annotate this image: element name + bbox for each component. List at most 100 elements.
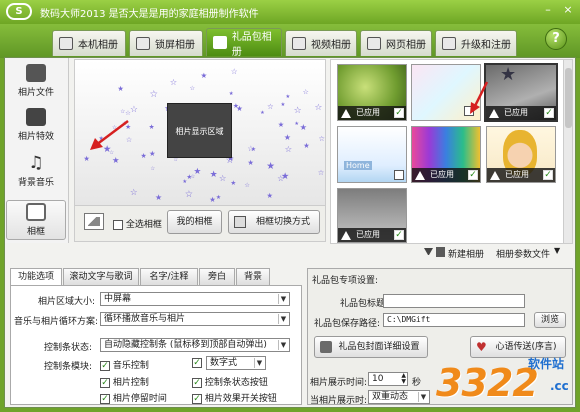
digital-option[interactable]: ✓ — [192, 358, 202, 369]
tab-label: 升级和注册 — [461, 40, 511, 51]
checkbox[interactable]: ✓ — [100, 377, 110, 388]
display-time-label: 相片展示时间: — [310, 378, 368, 388]
digital-select[interactable]: 数字式 ▼ — [206, 356, 266, 370]
nav-photo-files[interactable]: 相片文件 — [6, 62, 66, 102]
tab-web-album[interactable]: 网页相册 — [360, 30, 432, 56]
thumbnail-checkbox[interactable] — [394, 170, 404, 180]
tab-upgrade-register[interactable]: 升级和注册 — [435, 30, 517, 56]
select-all-frames[interactable]: 全选相框 — [113, 217, 162, 230]
scrollbar-thumb[interactable] — [565, 68, 572, 128]
subtab-background[interactable]: 背景 — [236, 268, 270, 285]
frame-icon — [26, 203, 46, 221]
nav-photo-effects[interactable]: 相片特效 — [6, 106, 66, 146]
music-control-option[interactable]: ✓ 音乐控制 — [100, 358, 149, 371]
photo-stay-time-option[interactable]: ✓ 相片停留时间 — [100, 391, 167, 404]
tab-label: 本机相册 — [78, 40, 118, 51]
star-icon: ☆ — [218, 173, 227, 184]
loop-value: 循环播放音乐与相片 — [104, 314, 186, 324]
display-time-value: 10 — [372, 374, 384, 384]
switch-icon — [234, 216, 246, 228]
thumbnail-scrollbar[interactable] — [563, 60, 572, 243]
red-arrow-annotation — [470, 81, 489, 114]
star-icon: ★ — [277, 119, 285, 129]
control-module-label: 控制条模块: — [44, 362, 93, 372]
save-path-input[interactable]: C:\DMGift — [383, 313, 525, 327]
frame-preview-icon[interactable] — [84, 213, 104, 230]
album-params-link[interactable]: 相册参数文件 — [496, 247, 550, 260]
star-icon: ☆ — [120, 108, 126, 115]
nav-background-music[interactable]: ♫ 背景音乐 — [6, 152, 66, 192]
star-icon: ☆ — [284, 143, 293, 154]
browse-button[interactable]: 浏览 — [534, 312, 566, 328]
current-display-select[interactable]: 双重动态 ▼ — [368, 390, 430, 404]
my-frames-button[interactable]: 我的相框 — [167, 210, 222, 234]
star-icon: ★ — [266, 161, 276, 173]
frame-thumbnail[interactable]: 已应用 ✓ — [337, 64, 407, 121]
switch-mode-label: 相框切换方式 — [255, 217, 310, 227]
control-status-select[interactable]: 自动隐藏控制条 (鼠标移到顶部自动弹出) ▼ — [100, 338, 290, 352]
checkbox[interactable]: ✓ — [192, 358, 202, 368]
music-note-icon: ♫ — [28, 153, 44, 173]
watermark-domain: .cc — [550, 379, 569, 393]
photo-display-area: 相片显示区域 — [167, 103, 232, 158]
loop-select[interactable]: 循环播放音乐与相片 ▼ — [100, 312, 290, 326]
select-all-checkbox[interactable] — [113, 219, 123, 230]
switch-mode-button[interactable]: 相框切换方式 — [228, 210, 320, 234]
control-status-value: 自动隐藏控制条 (鼠标移到顶部自动弹出) — [104, 340, 267, 350]
gift-icon — [320, 341, 332, 353]
app-logo: S — [6, 3, 32, 20]
help-button[interactable]: ? — [545, 28, 567, 50]
heart-icon: ♥ — [476, 340, 487, 354]
frame-thumbnail[interactable]: 已应用 ✓ — [411, 126, 481, 183]
subtab-scrolling-text[interactable]: 滚动文字与歌词 — [63, 268, 139, 285]
tab-gift-album[interactable]: 礼品包相册 — [206, 28, 282, 58]
checkbox[interactable]: ✓ — [192, 377, 202, 388]
tab-lockscreen-album[interactable]: 锁屏相册 — [129, 30, 203, 56]
star-icon: ★ — [149, 148, 156, 158]
frame-thumbnail[interactable]: 已应用 ✓ — [337, 188, 407, 243]
gift-cover-settings-button[interactable]: 礼品包封面详细设置 — [314, 336, 428, 358]
checkbox[interactable]: ✓ — [100, 360, 110, 371]
frame-thumbnail-selected[interactable]: ★ 已应用 ✓ — [484, 63, 558, 122]
nav-frames[interactable]: 相框 — [6, 200, 66, 240]
home-caption: Home — [344, 161, 372, 170]
warning-icon — [490, 171, 500, 180]
star-icon: ☆ — [130, 104, 138, 115]
subtab-narration[interactable]: 旁白 — [199, 268, 235, 285]
thumbnail-checkbox[interactable]: ✓ — [394, 230, 404, 240]
nav-label: 相片文件 — [17, 88, 54, 98]
star-icon: ★ — [83, 154, 90, 164]
checkbox[interactable]: ✓ — [100, 393, 110, 404]
photo-control-option[interactable]: ✓ 相片控制 — [100, 375, 149, 388]
thumbnail-checkbox[interactable]: ✓ — [543, 170, 553, 180]
warning-icon — [489, 109, 499, 118]
thumbnail-checkbox[interactable]: ✓ — [544, 108, 554, 118]
subtab-name-notes[interactable]: 名字/注释 — [140, 268, 198, 285]
area-size-value: 中屏幕 — [104, 294, 132, 304]
subtab-function-options[interactable]: 功能选项 — [10, 268, 62, 286]
minimize-button[interactable]: – — [540, 3, 556, 18]
area-size-select[interactable]: 中屏幕 ▼ — [100, 292, 290, 306]
control-status-button-option[interactable]: ✓ 控制条状态按钮 — [192, 375, 268, 388]
tab-local-album[interactable]: 本机相册 — [52, 30, 126, 56]
star-icon: ★ — [140, 152, 147, 161]
gift-title-input[interactable] — [383, 294, 525, 308]
thumbnail-checkbox[interactable]: ✓ — [468, 170, 478, 180]
collapse-arrow-icon[interactable] — [424, 248, 433, 255]
loop-label: 音乐与相片循环方案: — [14, 317, 99, 327]
tab-video-album[interactable]: 视频相册 — [285, 30, 357, 56]
display-time-input[interactable]: 10 ▲ ▼ — [368, 372, 408, 386]
new-album-link[interactable]: 新建相册 — [448, 247, 484, 260]
thumbnail-checkbox[interactable]: ✓ — [394, 108, 404, 118]
close-button[interactable]: × — [560, 3, 576, 18]
frame-thumbnail[interactable]: 已应用 ✓ — [486, 126, 556, 183]
dropdown-arrow-icon[interactable]: ▼ — [554, 246, 560, 255]
watermark-site: 软件站 — [528, 357, 565, 371]
spinner-icon[interactable]: ▲ ▼ — [401, 373, 406, 385]
star-icon: ☆ — [150, 166, 156, 173]
star-icon: ★ — [230, 178, 237, 187]
frame-thumbnail[interactable]: Home — [337, 126, 407, 183]
watermark-number: 3322 — [436, 361, 539, 405]
effect-toggle-button-option[interactable]: ✓ 相片效果开关按钮 — [192, 391, 277, 404]
checkbox[interactable]: ✓ — [192, 393, 202, 404]
